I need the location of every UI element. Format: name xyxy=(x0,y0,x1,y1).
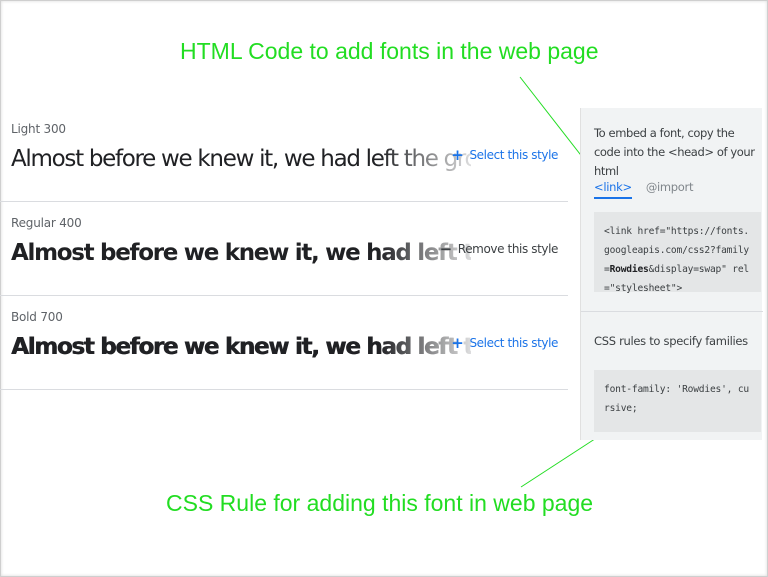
style-row-regular-400: Regular 400 Almost before we knew it, we… xyxy=(0,202,568,296)
style-row-bold-700: Bold 700 Almost before we knew it, we ha… xyxy=(0,296,568,390)
tab-link[interactable]: <link> xyxy=(594,180,632,199)
code-family-name: Rowdies xyxy=(609,264,649,275)
embed-panel: To embed a font, copy the code into the … xyxy=(580,108,763,440)
remove-style-button[interactable]: − Remove this style xyxy=(439,240,559,258)
action-label: Select this style xyxy=(469,336,558,350)
annotation-css-rule: CSS Rule for adding this font in web pag… xyxy=(166,490,594,516)
style-row-light-300: Light 300 Almost before we knew it, we h… xyxy=(0,108,568,202)
style-label: Light 300 xyxy=(11,122,66,136)
action-label: Remove this style xyxy=(457,242,559,256)
panel-divider xyxy=(581,311,763,312)
font-styles-list: Light 300 Almost before we knew it, we h… xyxy=(0,108,568,390)
link-code-block[interactable]: <link href="https://fonts.googleapis.com… xyxy=(594,212,761,294)
select-style-button[interactable]: + Select this style xyxy=(451,334,558,352)
tab-import[interactable]: @import xyxy=(646,180,694,199)
css-code-block[interactable]: font-family: 'Rowdies', cursive; xyxy=(594,370,761,432)
style-label: Bold 700 xyxy=(11,310,63,324)
plus-icon: + xyxy=(451,146,464,164)
select-style-button[interactable]: + Select this style xyxy=(451,146,558,164)
action-label: Select this style xyxy=(469,148,558,162)
style-label: Regular 400 xyxy=(11,216,82,230)
style-sample-text: Almost before we knew it, we had left th… xyxy=(11,334,471,360)
annotation-html-code: HTML Code to add fonts in the web page xyxy=(180,38,599,64)
embed-tabs: <link> @import xyxy=(594,180,693,199)
css-rules-heading: CSS rules to specify families xyxy=(594,334,748,348)
style-sample-text: Almost before we knew it, we had left th… xyxy=(11,240,471,266)
plus-icon: + xyxy=(451,334,464,352)
style-sample-text: Almost before we knew it, we had left th… xyxy=(11,146,471,172)
embed-instructions: To embed a font, copy the code into the … xyxy=(594,126,755,178)
minus-icon: − xyxy=(439,240,453,258)
